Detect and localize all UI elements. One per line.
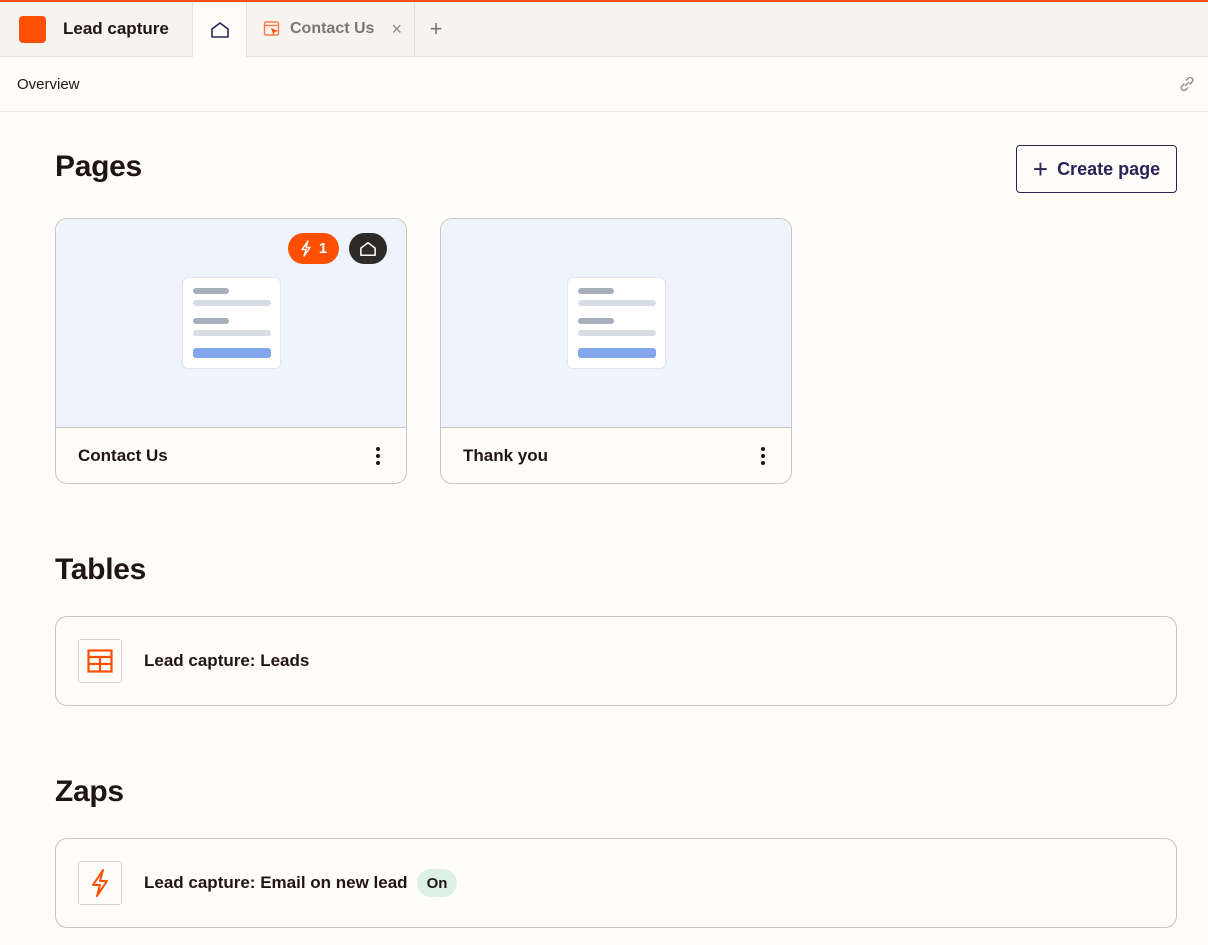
tab-home[interactable]: [193, 2, 247, 58]
create-page-button[interactable]: + Create page: [1016, 145, 1177, 193]
link-icon[interactable]: [1178, 75, 1196, 93]
plus-icon: +: [1032, 154, 1049, 184]
tab-contact-us[interactable]: Contact Us ×: [247, 2, 415, 56]
zap-count-badge[interactable]: 1: [288, 233, 339, 264]
page-name: Thank you: [463, 446, 549, 465]
zap-icon: [301, 240, 311, 257]
page-preview[interactable]: 1: [56, 219, 406, 428]
tab-bar: Lead capture Contact Us × +: [0, 0, 1208, 58]
status-badge: On: [416, 869, 458, 897]
zap-count: 1: [318, 240, 328, 257]
add-tab-button[interactable]: +: [415, 2, 457, 56]
home-page-badge: [349, 233, 387, 264]
create-page-label: Create page: [1057, 158, 1161, 179]
zap-item[interactable]: Lead capture: Email on new lead On: [55, 838, 1177, 928]
page-preview[interactable]: [441, 219, 791, 428]
page-card-footer: Thank you: [441, 428, 791, 483]
home-icon: [210, 22, 229, 38]
page-thumbnail: [182, 277, 281, 369]
app-logo: [19, 15, 46, 43]
zap-icon: [78, 861, 122, 905]
more-options-icon[interactable]: [372, 443, 384, 469]
subheader-title: Overview: [17, 75, 80, 93]
close-icon[interactable]: ×: [391, 19, 402, 40]
pages-heading: Pages: [55, 150, 142, 183]
zaps-heading: Zaps: [55, 775, 124, 808]
app-header[interactable]: Lead capture: [0, 2, 193, 56]
page-name: Contact Us: [78, 446, 168, 465]
home-icon: [360, 241, 376, 256]
app-title: Lead capture: [63, 19, 169, 38]
table-name: Lead capture: Leads: [144, 651, 310, 670]
page-card-footer: Contact Us: [56, 428, 406, 483]
page-card-contact-us[interactable]: 1 Contact Us: [55, 218, 407, 484]
page-thumbnail: [567, 277, 666, 369]
subheader: Overview: [0, 57, 1208, 112]
page-card-thank-you[interactable]: Thank you: [440, 218, 792, 484]
table-icon: [78, 639, 122, 683]
tables-heading: Tables: [55, 553, 147, 586]
more-options-icon[interactable]: [757, 443, 769, 469]
page-icon: [263, 21, 280, 36]
table-item[interactable]: Lead capture: Leads: [55, 616, 1177, 706]
zap-name: Lead capture: Email on new lead: [144, 873, 408, 892]
tab-label: Contact Us: [290, 20, 375, 37]
